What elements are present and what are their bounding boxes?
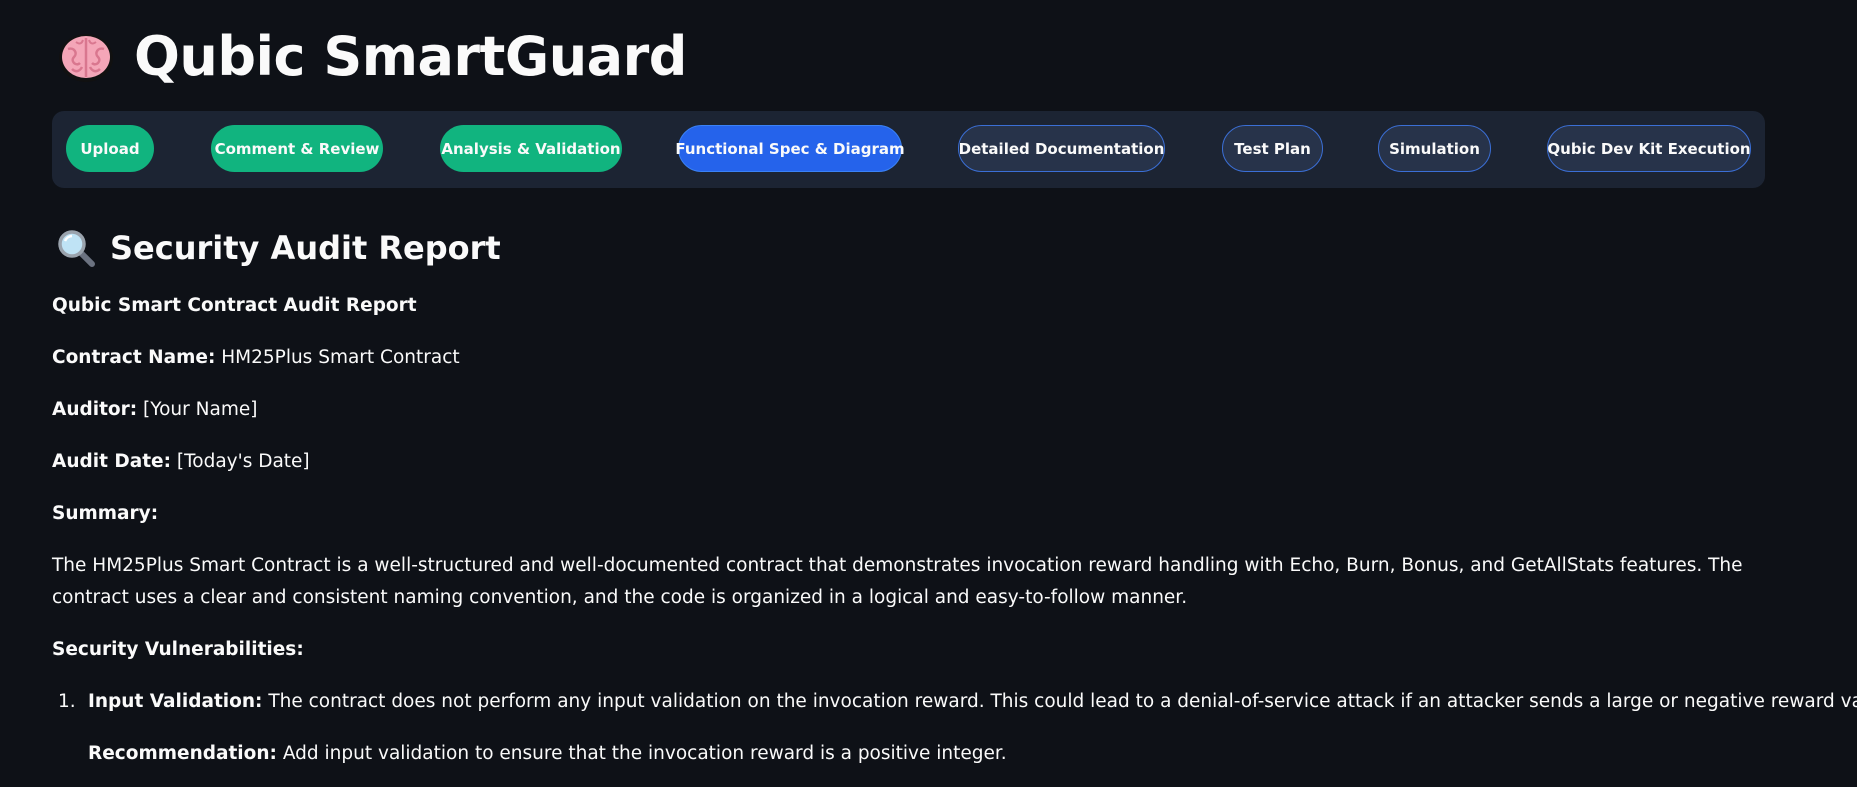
brain-icon [56,27,116,87]
list-item-number: 1. [58,691,76,712]
magnifier-icon [56,228,96,268]
auditor-value: [Your Name] [143,399,258,420]
auditor-label: Auditor: [52,399,138,420]
report-heading: Qubic Smart Contract Audit Report [52,290,417,322]
vulnerability-title: Input Validation: [88,691,263,712]
vulnerabilities-label: Security Vulnerabilities: [52,639,304,660]
auditor-row: Auditor: [Your Name] [52,394,257,426]
section-title-text: Security Audit Report [110,229,501,267]
vulnerability-text: The contract does not perform any input … [268,691,1857,712]
summary-heading: Summary: [52,498,158,530]
recommendation-row: Recommendation: Add input validation to … [88,738,1007,770]
nav-step-analysis-validation[interactable]: Analysis & Validation [440,125,622,172]
vulnerabilities-heading: Security Vulnerabilities: [52,634,304,666]
nav-step-functional-spec[interactable]: Functional Spec & Diagram [675,125,905,172]
workflow-nav: Upload Comment & Review Analysis & Valid… [52,111,1765,188]
app-title: Qubic SmartGuard [134,25,687,88]
section-title: Security Audit Report [56,228,501,268]
recommendation-label: Recommendation: [88,743,277,764]
app-page: Qubic SmartGuard Upload Comment & Review… [0,0,1857,787]
audit-date-row: Audit Date: [Today's Date] [52,446,310,478]
contract-name-value: HM25Plus Smart Contract [221,347,460,368]
audit-date-value: [Today's Date] [176,451,310,472]
nav-step-simulation[interactable]: Simulation [1378,125,1491,172]
nav-step-upload[interactable]: Upload [66,125,154,172]
nav-step-qubic-dev-kit[interactable]: Qubic Dev Kit Execution [1547,125,1751,172]
report-heading-text: Qubic Smart Contract Audit Report [52,295,417,316]
nav-step-detailed-documentation[interactable]: Detailed Documentation [958,125,1165,172]
nav-step-test-plan[interactable]: Test Plan [1222,125,1323,172]
recommendation-text: Add input validation to ensure that the … [282,743,1007,764]
vulnerability-item: Input Validation: The contract does not … [88,686,1857,718]
contract-name-label: Contract Name: [52,347,216,368]
summary-text: The HM25Plus Smart Contract is a well-st… [52,555,1743,608]
contract-name-row: Contract Name: HM25Plus Smart Contract [52,342,460,374]
audit-date-label: Audit Date: [52,451,171,472]
summary-label: Summary: [52,503,159,524]
app-header: Qubic SmartGuard [56,22,687,92]
nav-step-comment-review[interactable]: Comment & Review [211,125,383,172]
